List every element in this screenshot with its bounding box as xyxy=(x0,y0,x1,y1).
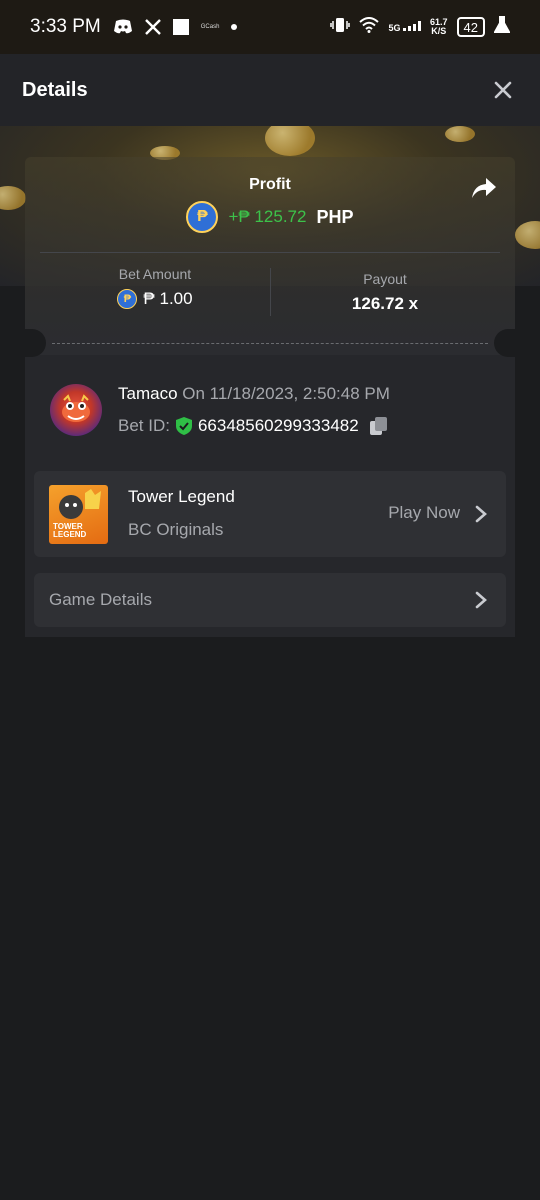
share-icon xyxy=(472,178,496,198)
dashed-separator xyxy=(52,343,488,344)
bet-amount-stat: Bet Amount ₱ ₱ 1.00 xyxy=(40,266,270,309)
decorative-coin xyxy=(265,126,315,156)
play-now-button[interactable]: Play Now xyxy=(388,503,460,523)
page-title: Details xyxy=(22,78,88,101)
bet-id-label: Bet ID: xyxy=(118,416,170,435)
network-label: 5G xyxy=(388,23,401,33)
peso-coin-icon: ₱ xyxy=(117,289,138,309)
bet-amount-value: ₱ 1.00 xyxy=(143,289,193,308)
share-button[interactable] xyxy=(470,176,498,202)
game-details-label: Game Details xyxy=(49,590,152,609)
x-icon xyxy=(144,19,161,35)
profit-currency: PHP xyxy=(316,206,354,227)
ticket-notch-right xyxy=(494,329,518,357)
payout-value: 126.72 x xyxy=(351,294,419,313)
status-bar: 3:33 PM GCash 5G 61.7 K/S 42 xyxy=(0,0,540,54)
payout-label: Payout xyxy=(363,271,407,287)
signal-icon xyxy=(403,21,421,31)
game-provider: BC Originals xyxy=(128,520,224,539)
username: Tamaco xyxy=(118,384,178,403)
bet-id-value: 66348560299333482 xyxy=(197,416,359,435)
game-thumb-text: LEGEND xyxy=(53,530,87,539)
bet-user-line: Tamaco On 11/18/2023, 2:50:48 PM xyxy=(118,384,390,404)
bet-id-line: Bet ID: 66348560299333482 xyxy=(118,415,390,437)
gcash-icon: GCash xyxy=(200,24,220,30)
flask-icon xyxy=(493,15,511,39)
divider xyxy=(40,252,500,253)
copy-icon xyxy=(369,417,387,435)
close-icon xyxy=(494,81,512,99)
dragon-avatar-icon xyxy=(62,394,90,422)
vibrate-icon xyxy=(330,17,351,38)
bet-timestamp: On 11/18/2023, 2:50:48 PM xyxy=(182,384,390,403)
network-speed: 61.7 K/S xyxy=(430,18,448,36)
discord-icon xyxy=(113,19,133,35)
bet-amount-label: Bet Amount xyxy=(118,266,192,282)
bet-amount-value-row: ₱ ₱ 1.00 xyxy=(40,289,270,309)
details-header: Details xyxy=(0,54,540,126)
profit-row: ₱ +₱ 125.72 PHP xyxy=(0,201,540,233)
copy-button[interactable] xyxy=(368,415,390,437)
status-time: 3:33 PM xyxy=(30,16,101,37)
game-details-row[interactable]: Game Details xyxy=(34,573,506,627)
battery-indicator: 42 xyxy=(456,17,485,37)
profit-value: +₱ 125.72 xyxy=(228,207,307,226)
verified-shield-icon xyxy=(175,417,192,435)
peso-coin-icon: ₱ xyxy=(186,201,219,233)
chevron-right-icon xyxy=(475,591,487,609)
close-button[interactable] xyxy=(488,75,518,105)
network-type: 5G xyxy=(388,21,421,33)
chevron-right-icon xyxy=(475,505,487,523)
decorative-coin xyxy=(445,126,475,142)
speed-unit: K/S xyxy=(431,26,447,36)
payout-value-row: 126.72 x xyxy=(270,294,500,314)
game-link-row[interactable]: TOWER LEGEND Tower Legend BC Originals P… xyxy=(34,471,506,557)
more-notifications-dot-icon xyxy=(231,24,238,30)
payout-stat: Payout 126.72 x xyxy=(270,271,500,314)
game-title: Tower Legend xyxy=(128,487,235,506)
profit-label: Profit xyxy=(249,176,291,193)
notification-square-icon xyxy=(172,19,189,35)
wifi-icon xyxy=(359,16,380,38)
game-thumbnail: TOWER LEGEND xyxy=(49,485,108,544)
avatar xyxy=(50,384,102,436)
